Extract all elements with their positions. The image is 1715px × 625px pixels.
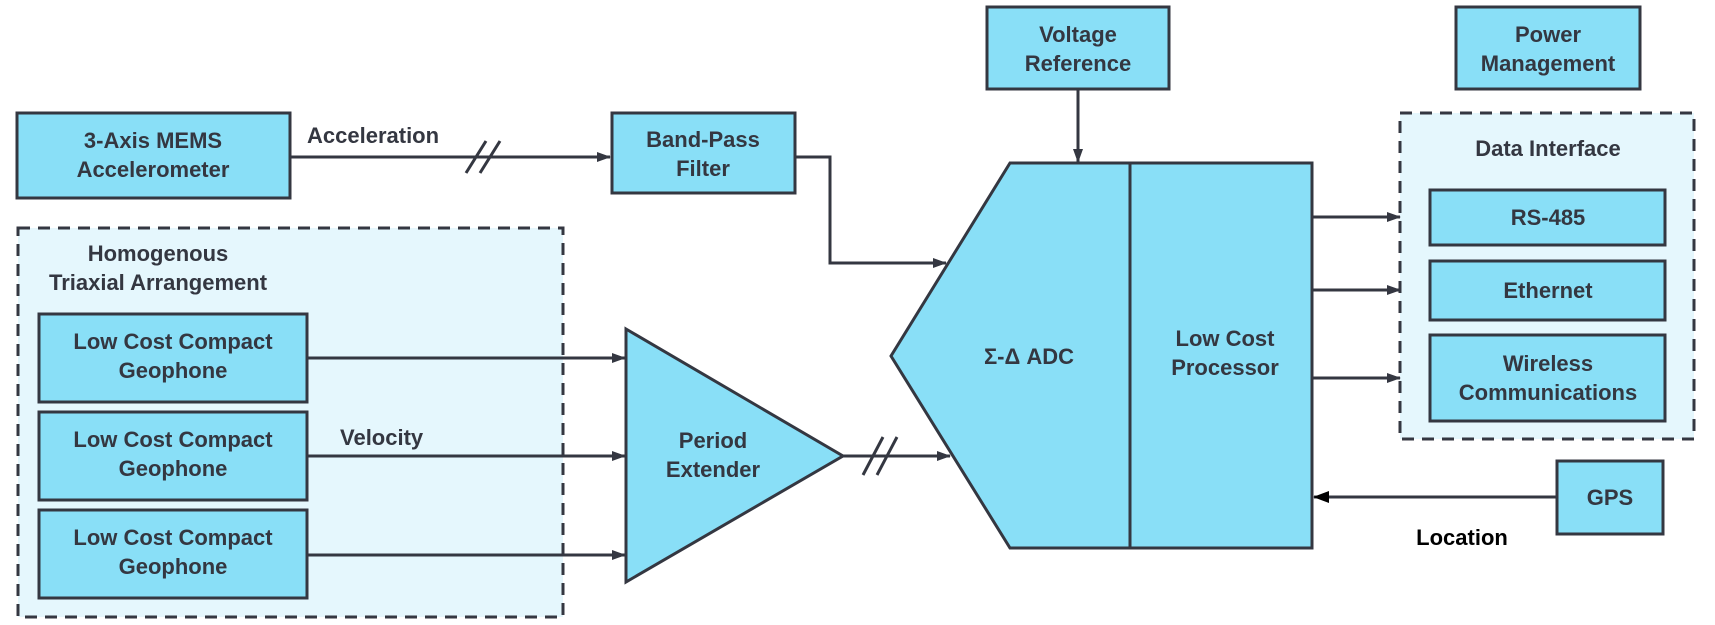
velocity-label: Velocity <box>340 425 424 450</box>
block-diagram: Homogenous Triaxial Arrangement Data Int… <box>15 5 1696 619</box>
geophone-1-label-line1: Low Cost Compact <box>73 329 273 354</box>
sigma-delta-adc-label: Σ-Δ ADC <box>984 344 1074 369</box>
power-management-label-line2: Management <box>1481 51 1616 76</box>
voltage-reference-block <box>985 5 1171 91</box>
period-extender-label-line1: Period <box>679 428 747 453</box>
filter-to-adc-wire <box>795 155 947 268</box>
wireless-block <box>1428 333 1667 423</box>
band-pass-filter-label-line1: Band-Pass <box>646 127 760 152</box>
voltage-reference-label-line1: Voltage <box>1039 22 1117 47</box>
accelerometer-block <box>15 111 292 200</box>
wireless-label-line2: Communications <box>1459 380 1637 405</box>
accelerometer-label-line2: Accelerometer <box>77 157 230 182</box>
band-pass-filter-block <box>610 111 797 195</box>
geophone-3-label-line2: Geophone <box>119 554 228 579</box>
ethernet-label: Ethernet <box>1503 278 1593 303</box>
voltage-reference-label-line2: Reference <box>1025 51 1131 76</box>
geophone-2-label-line1: Low Cost Compact <box>73 427 273 452</box>
triaxial-group-label-line1: Homogenous <box>88 241 229 266</box>
geophone-2-label-line2: Geophone <box>119 456 228 481</box>
period-extender-label-line2: Extender <box>666 457 761 482</box>
location-label: Location <box>1416 525 1508 550</box>
processor-label-line1: Low Cost <box>1176 326 1276 351</box>
data-interface-label: Data Interface <box>1475 136 1621 161</box>
acceleration-label: Acceleration <box>307 123 439 148</box>
wireless-label-line1: Wireless <box>1503 351 1593 376</box>
processor-label-line2: Processor <box>1171 355 1279 380</box>
accelerometer-label-line1: 3-Axis MEMS <box>84 128 222 153</box>
geophone-3-label-line1: Low Cost Compact <box>73 525 273 550</box>
power-management-block <box>1454 5 1642 91</box>
band-pass-filter-label-line2: Filter <box>676 156 730 181</box>
period-extender-block <box>624 326 846 585</box>
power-management-label-line1: Power <box>1515 22 1581 47</box>
rs485-label: RS-485 <box>1511 205 1586 230</box>
geophone-1-label-line2: Geophone <box>119 358 228 383</box>
gps-label: GPS <box>1587 485 1633 510</box>
triaxial-group-label-line2: Triaxial Arrangement <box>49 270 268 295</box>
